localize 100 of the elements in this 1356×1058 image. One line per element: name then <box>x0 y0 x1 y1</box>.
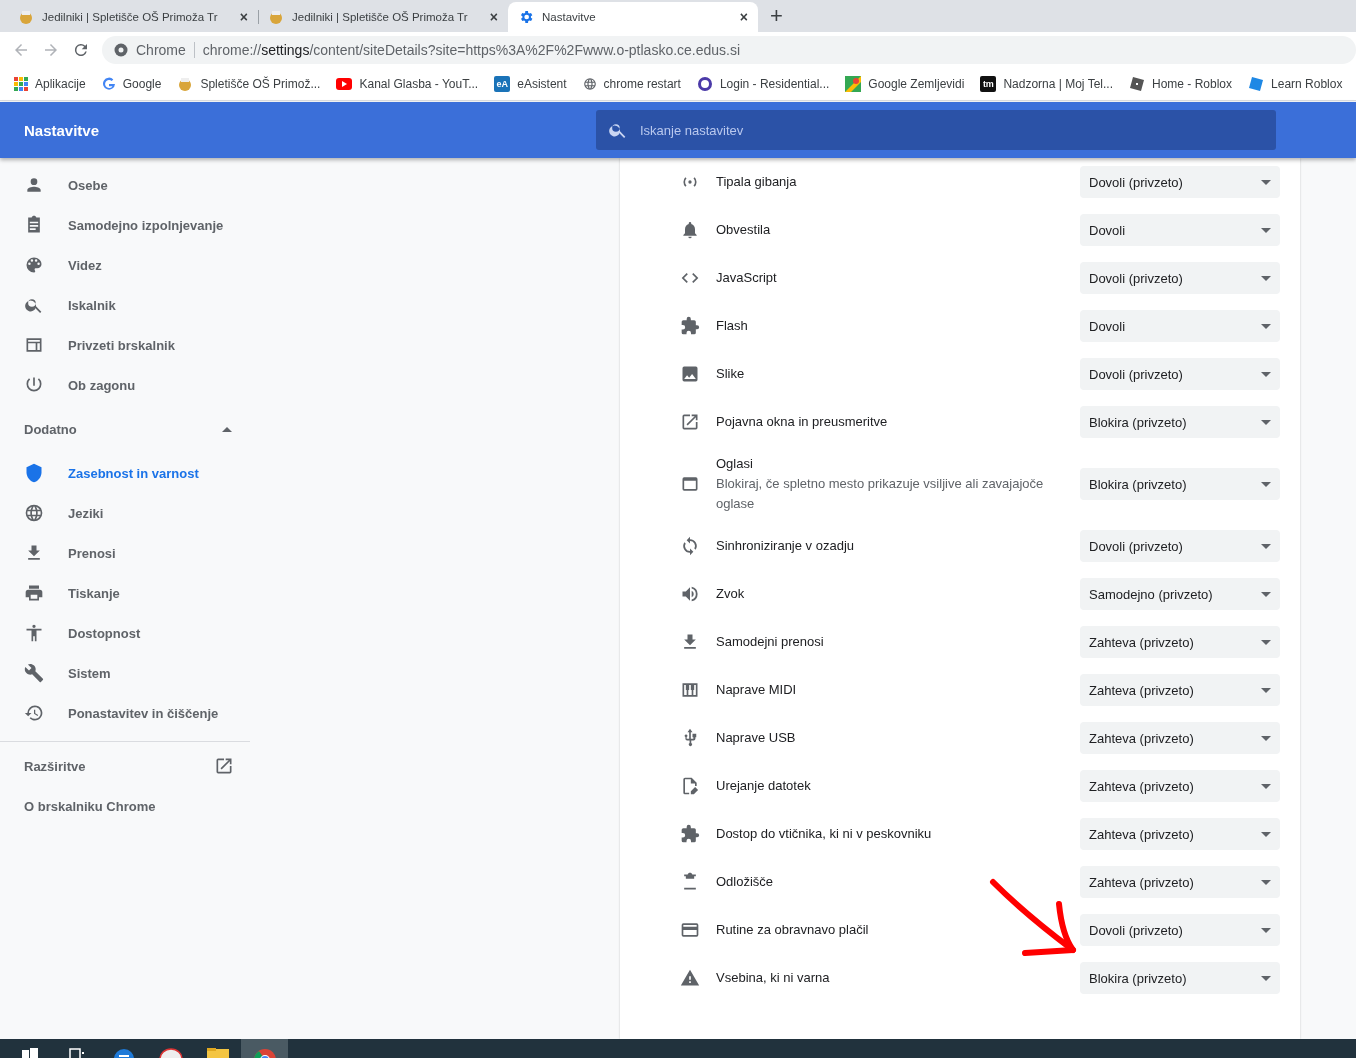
warning-icon <box>680 968 700 988</box>
round-app-icon <box>158 1048 183 1058</box>
bookmark-link[interactable]: chrome restart <box>603 77 681 91</box>
permission-label: Naprave MIDI <box>716 681 798 699</box>
bookmark-link[interactable]: Spletišče OŠ Primož... <box>200 77 321 91</box>
permission-label: Sinhroniziranje v ozadju <box>716 537 856 555</box>
section-toggle[interactable]: Dodatno <box>0 405 250 453</box>
browser-tab[interactable]: Jedilniki | Spletišče OŠ Primoža Tr × <box>258 2 508 32</box>
sidebar-item[interactable]: Ponastavitev in čiščenje <box>0 693 250 733</box>
sidebar-item[interactable]: Samodejno izpolnjevanje <box>0 205 250 245</box>
sidebar-item[interactable]: Jeziki <box>0 493 250 533</box>
speaker-icon <box>680 584 700 604</box>
permission-dropdown[interactable]: Dovoli (privzeto) <box>1080 166 1280 198</box>
permission-dropdown[interactable]: Zahteva (privzeto) <box>1080 818 1280 850</box>
permission-dropdown[interactable]: Zahteva (privzeto) <box>1080 770 1280 802</box>
sidebar-item[interactable]: Zasebnost in varnost <box>0 453 250 493</box>
permission-label: Rutine za obravnavo plačil <box>716 921 870 939</box>
bookmark-link[interactable]: Home - Roblox <box>1152 77 1233 91</box>
permission-dropdown[interactable]: Zahteva (privzeto) <box>1080 626 1280 658</box>
open-external-icon <box>680 412 700 432</box>
bookmark-link[interactable]: Login - Residential... <box>719 77 830 91</box>
permission-label: Dostop do vtičnika, ki ni v peskovniku <box>716 825 933 843</box>
permission-dropdown[interactable]: Blokira (privzeto) <box>1080 468 1280 500</box>
logo-icon: tm <box>980 76 997 92</box>
permission-dropdown[interactable]: Blokira (privzeto) <box>1080 406 1280 438</box>
page-title: Nastavitve <box>23 121 101 139</box>
sidebar-item[interactable]: Osebe <box>0 165 250 205</box>
permission-dropdown[interactable]: Dovoli (privzeto) <box>1080 530 1280 562</box>
permission-label: Urejanje datotek <box>716 777 812 795</box>
permission-dropdown[interactable]: Dovoli <box>1080 310 1280 342</box>
window-icon <box>680 474 700 494</box>
piano-keys-icon <box>680 680 700 700</box>
folder-icon <box>206 1048 229 1058</box>
browser-tab[interactable]: Nastavitve × <box>508 2 758 32</box>
permission-dropdown[interactable]: Zahteva (privzeto) <box>1080 866 1280 898</box>
permission-label: Tipala gibanja <box>716 173 798 191</box>
permission-label: JavaScript <box>716 269 778 287</box>
permission-dropdown[interactable]: Blokira (privzeto) <box>1080 962 1280 994</box>
close-icon[interactable]: × <box>239 9 248 25</box>
permission-dropdown[interactable]: Dovoli (privzeto) <box>1080 914 1280 946</box>
permission-dropdown[interactable]: Dovoli (privzeto) <box>1080 262 1280 294</box>
browser-window-icon <box>24 335 44 355</box>
history-icon <box>24 703 44 723</box>
wrench-icon <box>24 663 44 683</box>
accessibility-icon <box>24 623 44 643</box>
browser-tab[interactable]: Jedilniki | Spletišče OŠ Primoža Tr × <box>8 2 258 32</box>
sidebar-item[interactable]: Tiskanje <box>0 573 250 613</box>
sidebar-link[interactable]: O brskalniku Chrome <box>24 798 156 814</box>
sidebar-item[interactable]: Prenosi <box>0 533 250 573</box>
bookmark-link[interactable]: Google Zemljevidi <box>868 77 965 91</box>
sidebar-item[interactable]: Dostopnost <box>0 613 250 653</box>
open-external-icon <box>214 756 234 776</box>
credit-card-icon <box>680 920 700 940</box>
sidebar-item[interactable]: Videz <box>0 245 250 285</box>
permission-dropdown[interactable]: Samodejno (privzeto) <box>1080 578 1280 610</box>
forward-icon <box>42 41 60 59</box>
windows-logo-icon <box>21 1048 38 1058</box>
url-text: chrome://settings/content/siteDetails?site=https%3A%2F%2Fwww.o-ptlasko.ce.edus.si <box>202 42 741 58</box>
bookmark-link[interactable]: Aplikacije <box>35 77 86 91</box>
caret-icon <box>222 426 232 432</box>
puzzle-piece-icon <box>680 824 700 844</box>
puzzle-piece-icon <box>680 316 700 336</box>
reload-icon <box>72 41 90 59</box>
cartoon-mascot-icon <box>18 9 34 25</box>
bookmark-link[interactable]: eAsistent <box>517 77 567 91</box>
sync-icon <box>680 536 700 556</box>
permission-label: Odložišče <box>716 873 775 891</box>
globe-icon <box>24 503 44 523</box>
play-button-icon <box>336 78 353 90</box>
sidebar-item[interactable]: Sistem <box>0 653 250 693</box>
permission-dropdown[interactable]: Zahteva (privzeto) <box>1080 674 1280 706</box>
close-icon[interactable]: × <box>739 9 748 25</box>
sidebar-item[interactable]: Iskalnik <box>0 285 250 325</box>
permission-label: Slike <box>716 365 746 383</box>
sidebar-link[interactable]: Razširitve <box>24 758 86 774</box>
bookmark-link[interactable]: Kanal Glasba - YouT... <box>359 77 479 91</box>
close-icon[interactable]: × <box>489 9 498 25</box>
address-bar[interactable]: Chrome chrome://settings/content/siteDetails?site=https%3A%2F%2Fwww.o-ptlasko.ce.edus.si <box>102 36 1356 64</box>
image-icon <box>680 364 700 384</box>
permission-dropdown[interactable]: Zahteva (privzeto) <box>1080 722 1280 754</box>
person-icon <box>24 175 44 195</box>
permission-label: Obvestila <box>716 221 772 239</box>
sidebar-item[interactable]: Privzeti brskalnik <box>0 325 250 365</box>
bookmark-link[interactable]: Learn Roblox <box>1271 77 1343 91</box>
permission-dropdown[interactable]: Dovoli <box>1080 214 1280 246</box>
ring-logo-icon <box>696 76 713 92</box>
palette-icon <box>24 255 44 275</box>
new-tab-button[interactable]: + <box>758 5 795 27</box>
bookmark-link[interactable]: Nadzorna | Moj Tel... <box>1003 77 1113 91</box>
printer-icon <box>24 583 44 603</box>
permission-label: Naprave USB <box>716 729 797 747</box>
search-field[interactable]: Iskanje nastavitev <box>596 110 1276 150</box>
permission-dropdown[interactable]: Dovoli (privzeto) <box>1080 358 1280 390</box>
bookmark-link[interactable]: Google <box>122 77 162 91</box>
settings-icon <box>518 9 534 25</box>
sidebar-item[interactable]: Ob zagonu <box>0 365 250 405</box>
task-view-icon <box>68 1048 85 1058</box>
site-label: Chrome <box>136 42 186 58</box>
apps-grid-icon <box>14 77 28 91</box>
chrome-logo-icon <box>252 1048 277 1058</box>
